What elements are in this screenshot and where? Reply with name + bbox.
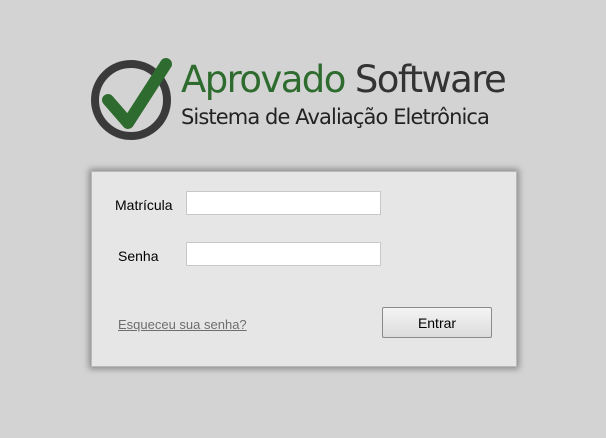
entrar-button[interactable]: Entrar xyxy=(382,307,492,338)
app-subtitle: Sistema de Avaliação Eletrônica xyxy=(181,105,490,129)
matricula-label: Matrícula xyxy=(115,197,173,213)
logo: Aprovado Software Sistema de Avaliação E… xyxy=(90,57,530,143)
senha-label: Senha xyxy=(118,248,159,264)
forgot-password-link[interactable]: Esqueceu sua senha? xyxy=(118,317,247,332)
app-title-part1: Aprovado xyxy=(181,58,346,101)
app-title-part2: Software xyxy=(344,58,507,101)
matricula-input[interactable] xyxy=(186,191,381,215)
checkmark-circle-icon xyxy=(91,58,172,140)
login-panel: Matrícula Senha Esqueceu sua senha? Entr… xyxy=(91,171,517,367)
senha-input[interactable] xyxy=(186,242,381,266)
app-title: Aprovado Software xyxy=(181,58,507,102)
